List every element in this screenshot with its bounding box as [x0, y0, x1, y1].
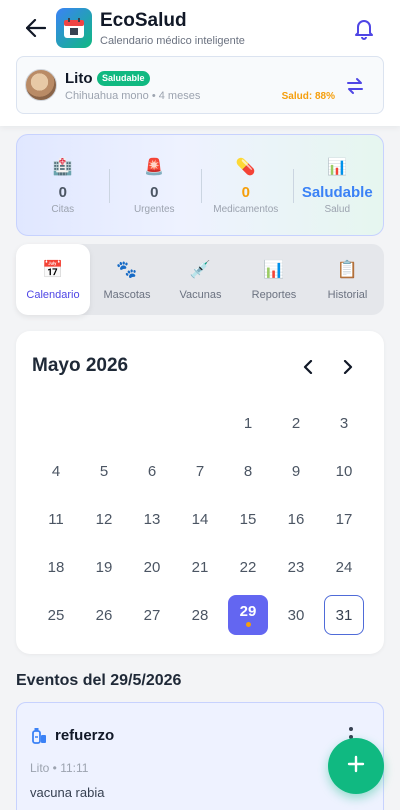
calendar-day[interactable]: 25 — [36, 595, 76, 635]
add-event-button[interactable] — [328, 738, 384, 794]
calendar-day[interactable]: 15 — [228, 499, 268, 539]
stat-urgentes: 🚨 0 Urgentes — [109, 135, 201, 235]
bell-icon[interactable] — [352, 16, 376, 40]
stat-citas: 🏥 0 Citas — [17, 135, 109, 235]
stat-value: Saludable — [301, 184, 373, 201]
paw-icon: 🐾 — [116, 260, 138, 279]
calendar-day[interactable]: 19 — [84, 547, 124, 587]
event-meta: Lito • 11:11 — [30, 761, 89, 775]
divider — [201, 169, 202, 203]
tab-calendario[interactable]: 📅 Calendario — [16, 244, 90, 315]
stat-label: Salud — [324, 204, 351, 215]
event-dot — [245, 622, 251, 627]
tab-label: Mascotas — [103, 289, 151, 301]
chart-icon: 📊 — [263, 260, 285, 279]
divider — [109, 169, 110, 203]
calendar-day[interactable]: 13 — [132, 499, 172, 539]
swap-arrows-icon[interactable] — [345, 77, 365, 95]
calendar-icon: 📅 — [42, 260, 64, 279]
calendar-day[interactable]: 11 — [36, 499, 76, 539]
stat-value: 0 — [150, 184, 159, 201]
hospital-icon: 🏥 — [52, 159, 73, 176]
stat-label: Citas — [51, 204, 75, 215]
stat-salud: 📊 Saludable Salud — [292, 135, 384, 235]
tab-label: Reportes — [251, 289, 297, 301]
stat-medicamentos: 💊 0 Medicamentos — [200, 135, 292, 235]
plus-icon — [347, 755, 365, 778]
app-header: EcoSalud Calendario médico inteligente L… — [0, 0, 400, 126]
tab-bar: 📅 Calendario 🐾 Mascotas 💉 Vacunas 📊 Reportes 📋 Hi… — [16, 244, 384, 315]
calendar-card: Mayo 2026 1 2 3 4 5 6 7 8 9 10 11 12 13 14 15 16 17 18 19 2… — [16, 331, 384, 654]
event-description: vacuna rabia — [30, 785, 105, 800]
calendar-day[interactable]: 31 — [324, 595, 364, 635]
calendar-day[interactable]: 29 — [228, 595, 268, 635]
tab-label: Vacunas — [179, 289, 222, 301]
calendar-icon — [56, 8, 92, 48]
chevron-right-icon[interactable] — [336, 355, 360, 379]
tab-label: Calendario — [26, 289, 80, 301]
avatar — [25, 69, 57, 101]
calendar-day[interactable]: 3 — [324, 403, 364, 443]
calendar-day[interactable]: 27 — [132, 595, 172, 635]
siren-icon: 🚨 — [144, 159, 165, 176]
syringe-icon: 💉 — [189, 260, 212, 279]
calendar-day[interactable]: 10 — [324, 451, 364, 491]
arrow-left-icon[interactable] — [24, 16, 48, 40]
chevron-left-icon[interactable] — [296, 355, 320, 379]
tab-vacunas[interactable]: 💉 Vacunas — [164, 244, 237, 315]
calendar-month-title: Mayo 2026 — [32, 355, 129, 376]
calendar-day[interactable]: 24 — [324, 547, 364, 587]
calendar-day[interactable]: 12 — [84, 499, 124, 539]
pet-selector-card[interactable]: Lito Saludable Chihuahua mono • 4 meses … — [16, 56, 384, 114]
vaccine-icon — [31, 727, 47, 745]
events-title: Eventos del 29/5/2026 — [16, 672, 182, 689]
tab-reportes[interactable]: 📊 Reportes — [237, 244, 311, 315]
clipboard-icon: 📋 — [336, 260, 359, 279]
pill-icon: 💊 — [235, 159, 256, 176]
calendar-day[interactable]: 6 — [132, 451, 172, 491]
calendar-day[interactable]: 22 — [228, 547, 268, 587]
app-title: EcoSalud — [100, 10, 187, 31]
stat-value: 0 — [58, 184, 67, 201]
tab-mascotas[interactable]: 🐾 Mascotas — [90, 244, 164, 315]
calendar-day[interactable]: 21 — [180, 547, 220, 587]
chart-icon: 📊 — [327, 159, 348, 176]
pet-meta: Chihuahua mono • 4 meses — [65, 90, 201, 102]
pet-name: Lito — [65, 70, 93, 87]
calendar-day[interactable]: 8 — [228, 451, 268, 491]
calendar-day[interactable]: 17 — [324, 499, 364, 539]
calendar-day[interactable]: 2 — [276, 403, 316, 443]
calendar-day[interactable]: 5 — [84, 451, 124, 491]
calendar-day[interactable]: 20 — [132, 547, 172, 587]
stat-label: Urgentes — [133, 204, 175, 215]
pet-health: Salud: 88% — [281, 91, 335, 102]
calendar-day[interactable]: 23 — [276, 547, 316, 587]
status-badge: Saludable — [97, 71, 150, 86]
app-subtitle: Calendario médico inteligente — [100, 35, 245, 47]
calendar-day[interactable]: 30 — [276, 595, 316, 635]
calendar-day[interactable]: 1 — [228, 403, 268, 443]
calendar-day[interactable]: 7 — [180, 451, 220, 491]
stat-label: Medicamentos — [213, 204, 279, 215]
calendar-day[interactable]: 18 — [36, 547, 76, 587]
calendar-day[interactable]: 28 — [180, 595, 220, 635]
calendar-day[interactable]: 9 — [276, 451, 316, 491]
tab-historial[interactable]: 📋 Historial — [311, 244, 384, 315]
calendar-day[interactable]: 4 — [36, 451, 76, 491]
calendar-day[interactable]: 14 — [180, 499, 220, 539]
calendar-day[interactable]: 26 — [84, 595, 124, 635]
calendar-day[interactable]: 16 — [276, 499, 316, 539]
divider — [293, 169, 294, 203]
event-title: refuerzo — [55, 727, 115, 744]
stat-value: 0 — [241, 184, 250, 201]
tab-label: Historial — [327, 289, 368, 301]
stats-summary: 🏥 0 Citas 🚨 0 Urgentes 💊 0 Medicamentos 📊 Saludabl… — [16, 134, 384, 236]
